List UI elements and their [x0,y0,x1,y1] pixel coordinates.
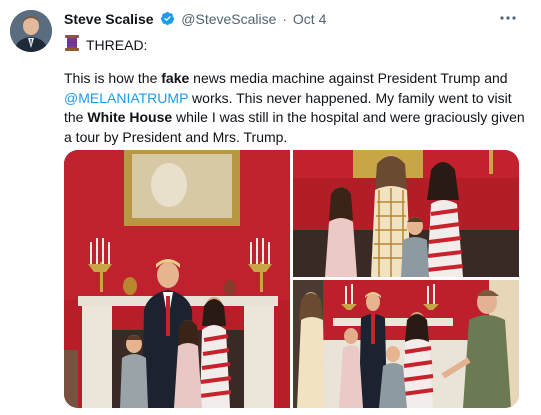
thread-spool-icon [64,34,80,55]
photo-red-room-group[interactable] [64,150,290,408]
author-name[interactable]: Steve Scalise [64,11,154,27]
tweet-body: This is how the fake news media machine … [64,69,534,147]
photo-with-first-lady[interactable] [293,150,519,277]
body-text-1: This is how the [64,70,162,86]
separator-dot: · [282,11,288,27]
media-grid[interactable] [64,150,519,408]
verified-badge-icon [160,11,175,29]
tweet-header: Steve Scalise @SteveScalise · Oct 4 [64,11,326,29]
tweet-date[interactable]: Oct 4 [293,11,326,27]
body-text-bold-white-house: White House [87,109,173,125]
mention-link[interactable]: @MELANIATRUMP [64,90,188,106]
avatar[interactable] [10,10,52,52]
body-text-2: news media machine against President Tru… [189,70,508,86]
body-text-bold-fake: fake [161,70,190,86]
thread-text: THREAD: [86,36,148,53]
author-handle[interactable]: @SteveScalise [181,11,276,27]
more-options-icon[interactable] [497,9,519,31]
photo-with-president[interactable] [293,280,519,408]
tweet[interactable]: Steve Scalise @SteveScalise · Oct 4 THRE… [0,0,541,415]
thread-label: THREAD: [64,34,147,55]
